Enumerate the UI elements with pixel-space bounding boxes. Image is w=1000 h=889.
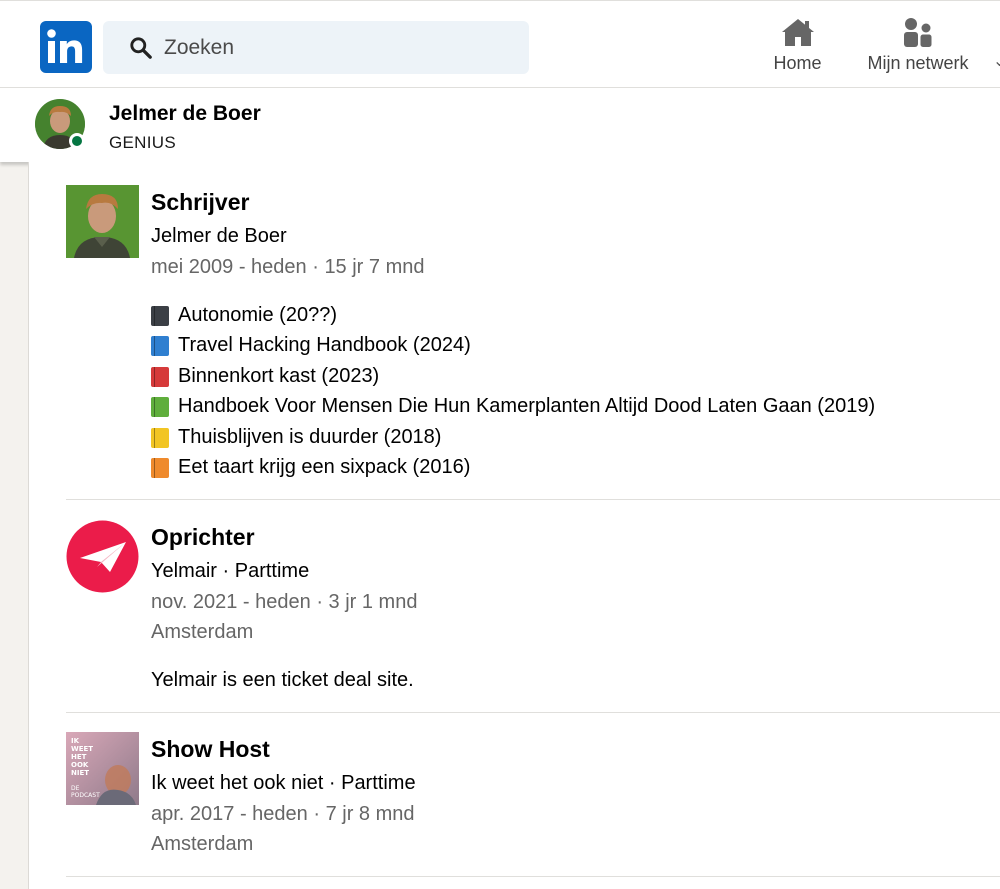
search-input[interactable] xyxy=(164,35,524,60)
nav-more-icon[interactable]: ⌄ xyxy=(993,51,1000,71)
paper-plane-icon xyxy=(66,520,139,593)
nav-home-label: Home xyxy=(773,53,822,73)
company-name: Yelmair · Parttime xyxy=(151,560,310,582)
green-book-icon xyxy=(151,396,169,417)
divider xyxy=(66,712,1000,713)
book-title: Travel Hacking Handbook (2024) xyxy=(178,334,471,356)
people-icon xyxy=(904,18,932,47)
company-logo[interactable] xyxy=(66,520,139,593)
job-description: Yelmair is een ticket deal site. xyxy=(151,669,414,691)
job-title[interactable]: Show Host xyxy=(151,736,270,763)
search-icon xyxy=(130,36,152,59)
date-range: nov. 2021 - heden · 3 jr 1 mnd xyxy=(151,591,418,613)
logo-text: NIET xyxy=(71,769,89,777)
company-name: Jelmer de Boer xyxy=(151,225,287,247)
experience-item: Oprichter Yelmair · Parttime nov. 2021 -… xyxy=(66,520,1000,700)
date-range: mei 2009 - heden · 15 jr 7 mnd xyxy=(151,256,425,278)
linkedin-logo-icon xyxy=(47,29,83,63)
author-portrait-icon xyxy=(66,185,139,258)
blue-book-icon xyxy=(151,335,169,356)
experience-item: IK WEET HET OOK NIET DE PODCAST Show Hos… xyxy=(66,732,1000,882)
home-icon xyxy=(781,19,814,46)
company-logo[interactable] xyxy=(66,185,139,258)
job-title[interactable]: Oprichter xyxy=(151,524,255,551)
orange-book-icon xyxy=(151,457,169,478)
location: Amsterdam xyxy=(151,621,254,643)
logo-text: DE xyxy=(71,785,80,792)
book-item: Handboek Voor Mensen Die Hun Kamerplante… xyxy=(151,395,875,418)
search-bar[interactable] xyxy=(103,21,529,74)
profile-headline: GENIUS xyxy=(109,133,176,152)
book-item: Autonomie (20??) xyxy=(151,304,337,327)
notebook-icon xyxy=(151,305,169,326)
logo-text: PODCAST xyxy=(71,792,100,799)
book-title: Autonomie (20??) xyxy=(178,304,337,326)
linkedin-logo[interactable] xyxy=(40,21,92,73)
book-title: Eet taart krijg een sixpack (2016) xyxy=(178,456,471,478)
profile-sticky-header: Jelmer de Boer GENIUS xyxy=(0,88,1000,162)
company-logo[interactable]: IK WEET HET OOK NIET DE PODCAST xyxy=(66,732,139,805)
nav-my-network-label: Mijn netwerk xyxy=(867,53,969,73)
logo-text: IK xyxy=(71,737,80,745)
book-item: Binnenkort kast (2023) xyxy=(151,365,379,388)
yellow-book-icon xyxy=(151,427,169,448)
profile-name: Jelmer de Boer xyxy=(109,102,261,125)
online-status-indicator xyxy=(69,133,85,149)
book-item: Eet taart krijg een sixpack (2016) xyxy=(151,456,470,479)
logo-text: OOK xyxy=(71,761,89,769)
nav-home[interactable]: Home xyxy=(770,17,825,74)
book-title: Binnenkort kast (2023) xyxy=(178,365,380,387)
book-item: Thuisblijven is duurder (2018) xyxy=(151,426,441,449)
podcast-cover-icon: IK WEET HET OOK NIET DE PODCAST xyxy=(66,732,139,805)
logo-text: WEET xyxy=(71,745,93,753)
location: Amsterdam xyxy=(151,833,254,855)
company-name: Ik weet het ook niet · Parttime xyxy=(151,772,416,794)
divider xyxy=(66,876,1000,877)
job-title[interactable]: Schrijver xyxy=(151,189,249,216)
experience-section: Schrijver Jelmer de Boer mei 2009 - hede… xyxy=(29,162,1000,889)
nav-my-network[interactable]: Mijn netwerk xyxy=(862,17,974,74)
red-book-icon xyxy=(151,366,169,387)
book-title: Handboek Voor Mensen Die Hun Kamerplante… xyxy=(178,395,876,417)
divider xyxy=(66,499,1000,500)
book-item: Travel Hacking Handbook (2024) xyxy=(151,334,471,357)
experience-item: Schrijver Jelmer de Boer mei 2009 - hede… xyxy=(66,185,1000,485)
global-nav: Home Mijn netwerk ⌄ xyxy=(0,0,1000,88)
date-range: apr. 2017 - heden · 7 jr 8 mnd xyxy=(151,803,415,825)
profile-avatar[interactable] xyxy=(35,99,85,149)
logo-text: HET xyxy=(71,753,87,761)
book-title: Thuisblijven is duurder (2018) xyxy=(178,426,442,448)
